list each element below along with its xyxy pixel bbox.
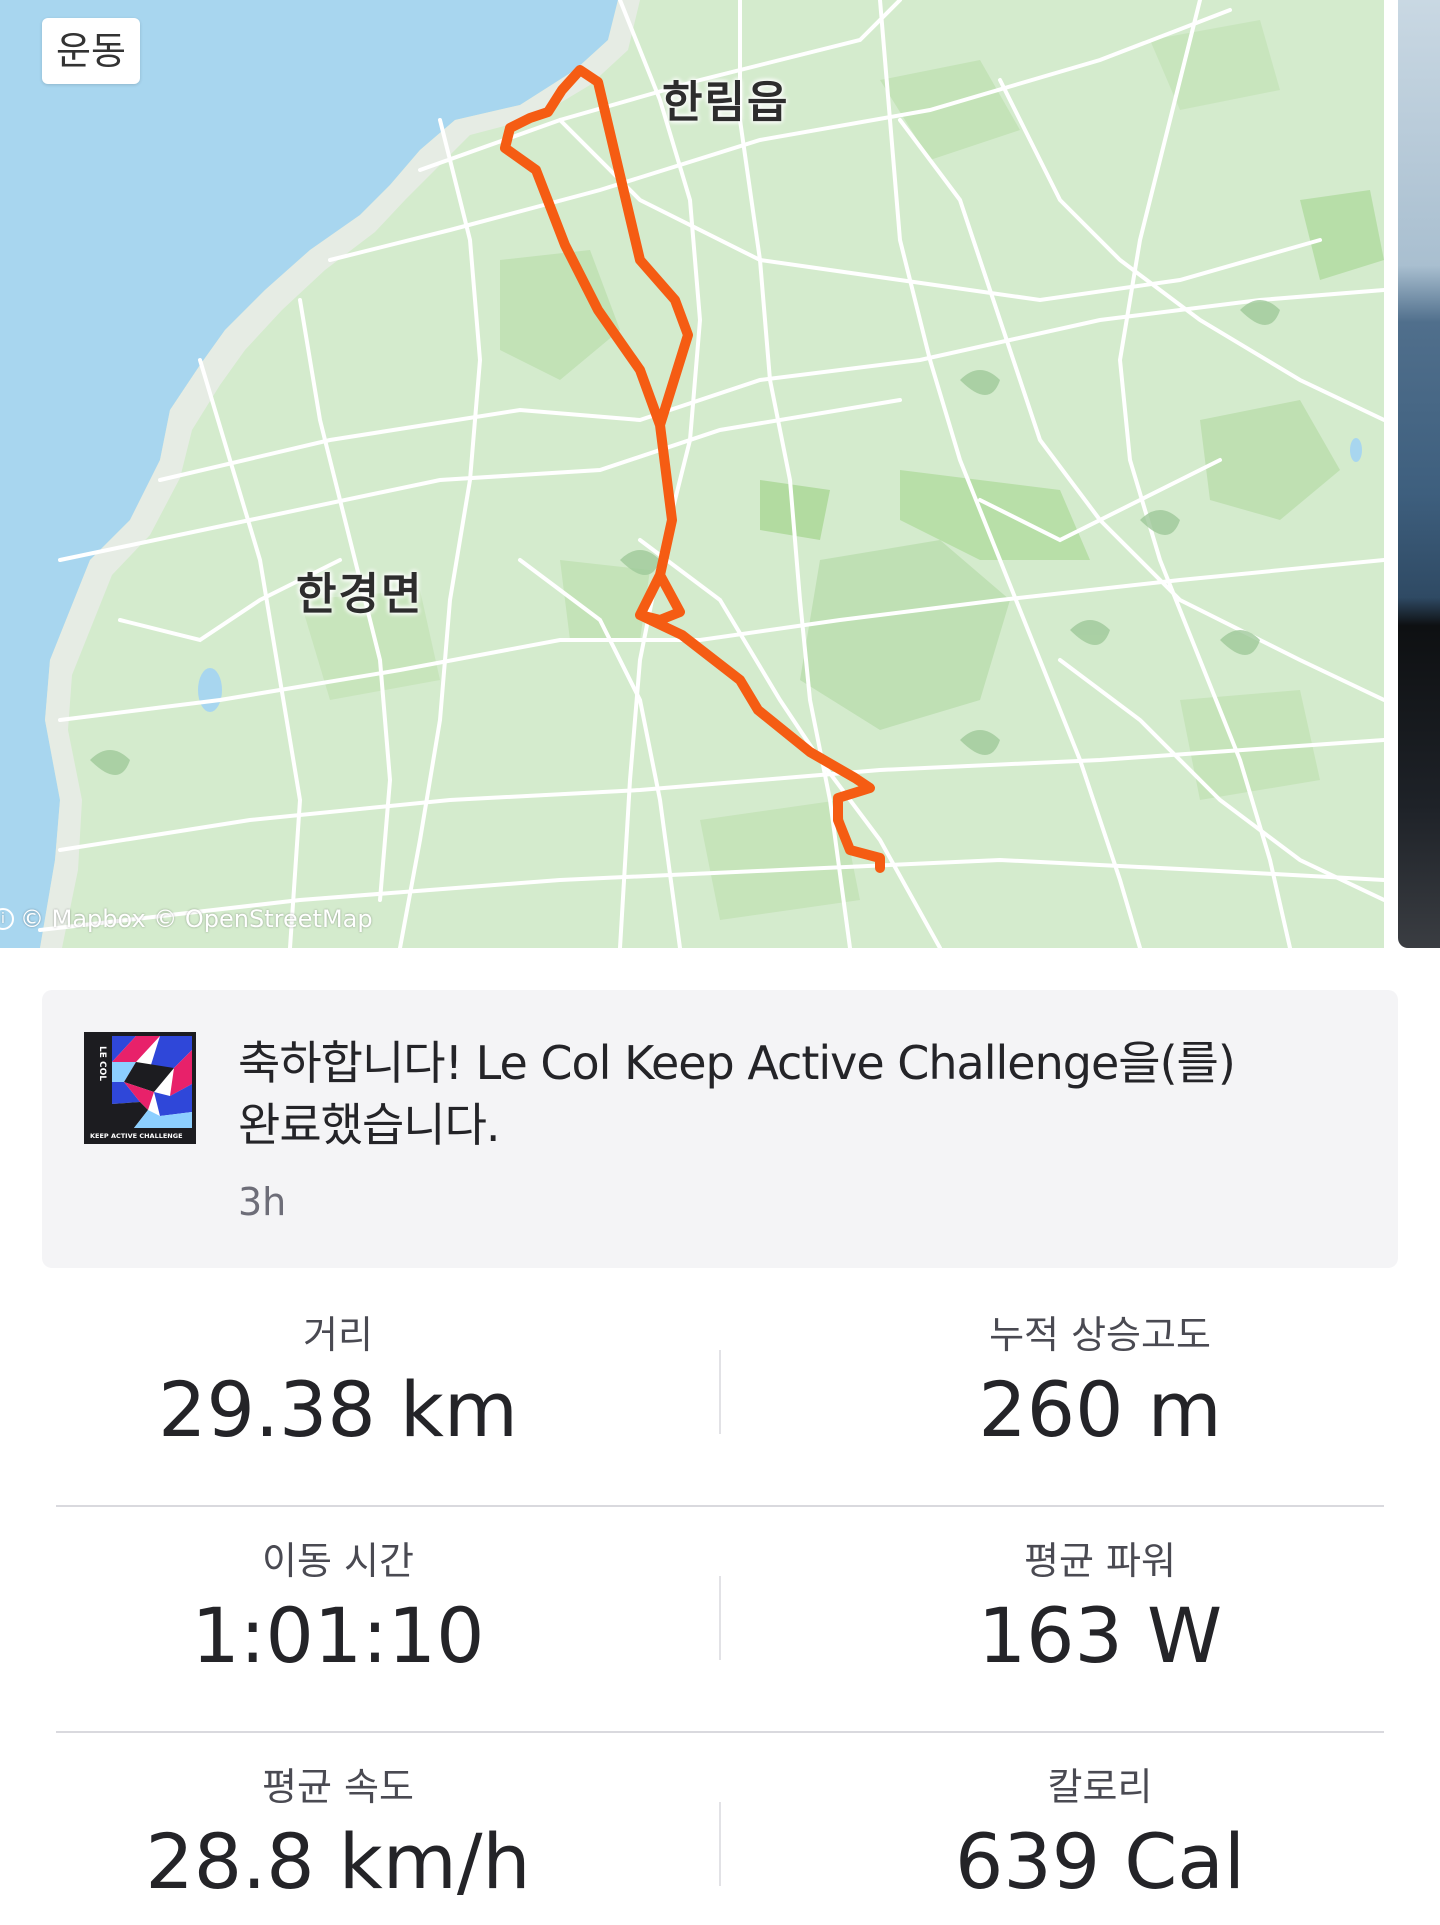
- le-col-challenge-logo: LE COL KEEP ACTIVE CHALLENGE: [84, 1032, 196, 1144]
- stat-calories: 칼로리 639 Cal: [770, 1762, 1430, 1908]
- place-label-hangyeong: 한경면: [296, 569, 424, 620]
- stat-distance: 거리 29.38 km: [8, 1310, 668, 1456]
- stat-label: 누적 상승고도: [989, 1313, 1211, 1357]
- row-divider: [56, 1731, 1384, 1733]
- map-attribution[interactable]: i © Mapbox © OpenStreetMap: [0, 905, 373, 933]
- logo-wordmark: LE COL: [97, 1046, 107, 1081]
- stat-value: 28.8 km/h: [145, 1817, 531, 1906]
- reservoir: [1350, 438, 1362, 462]
- challenge-completed-card[interactable]: LE COL KEEP ACTIVE CHALLENGE 축하합니다! Le C…: [42, 990, 1398, 1268]
- stat-avg-power: 평균 파워 163 W: [770, 1536, 1430, 1682]
- column-divider: [719, 1802, 721, 1886]
- map-canvas: [0, 0, 1384, 948]
- row-divider: [56, 1505, 1384, 1507]
- stat-avg-speed: 평균 속도 28.8 km/h: [8, 1762, 668, 1908]
- attribution-text: © Mapbox © OpenStreetMap: [20, 905, 373, 933]
- challenge-timestamp: 3h: [238, 1180, 287, 1224]
- stat-label: 평균 파워: [1024, 1539, 1176, 1583]
- stat-value: 639 Cal: [955, 1817, 1245, 1906]
- place-label-hallim: 한림읍: [662, 77, 790, 128]
- activity-photo-thumbnail[interactable]: [1398, 0, 1440, 948]
- stat-elevation-gain: 누적 상승고도 260 m: [770, 1310, 1430, 1456]
- map-badge: 운동: [42, 18, 140, 84]
- reservoir: [198, 668, 222, 712]
- stat-label: 거리: [303, 1313, 373, 1357]
- stat-value: 260 m: [978, 1365, 1222, 1454]
- stat-label: 이동 시간: [262, 1539, 414, 1583]
- challenge-message-line2: 완료했습니다.: [238, 1098, 501, 1152]
- stat-value: 163 W: [977, 1591, 1223, 1680]
- column-divider: [719, 1576, 721, 1660]
- stat-label: 평균 속도: [262, 1765, 414, 1809]
- logo-caption: KEEP ACTIVE CHALLENGE: [90, 1132, 183, 1140]
- challenge-message: 축하합니다! Le Col Keep Active Challenge을(를) …: [238, 1032, 1358, 1156]
- stat-label: 칼로리: [1047, 1765, 1153, 1809]
- info-icon[interactable]: i: [0, 908, 14, 930]
- challenge-message-line1: 축하합니다! Le Col Keep Active Challenge을(를): [238, 1036, 1236, 1090]
- stat-moving-time: 이동 시간 1:01:10: [8, 1536, 668, 1682]
- column-divider: [719, 1350, 721, 1434]
- stat-value: 29.38 km: [158, 1365, 518, 1454]
- route-map[interactable]: 운동 한림읍 한경면 i © Mapbox © OpenStreetMap: [0, 0, 1384, 948]
- stat-value: 1:01:10: [191, 1591, 485, 1680]
